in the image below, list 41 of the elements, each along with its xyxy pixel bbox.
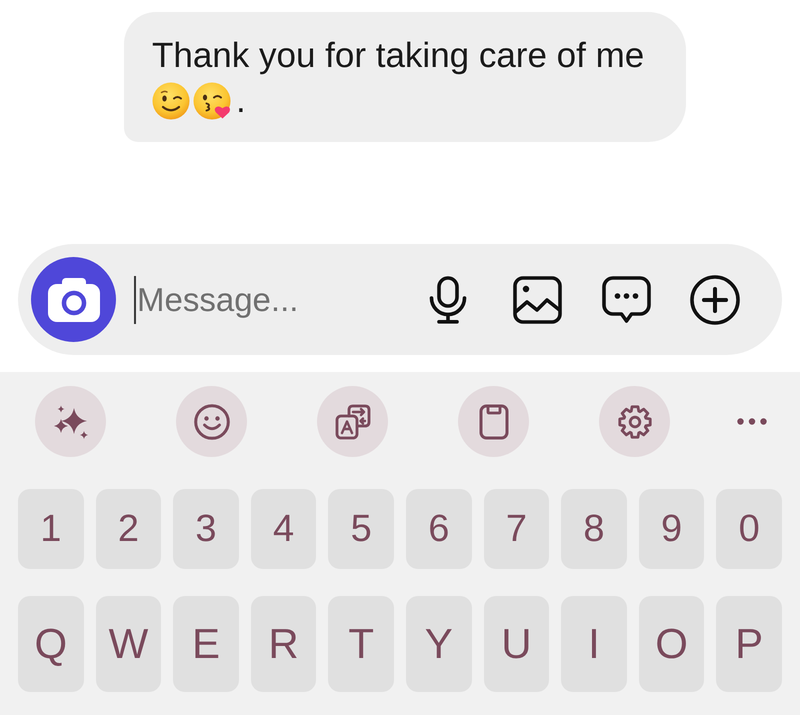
image-icon <box>512 276 562 324</box>
number-key[interactable]: 0 <box>716 489 782 569</box>
letter-key[interactable]: I <box>561 596 627 692</box>
letter-key[interactable]: E <box>173 596 239 692</box>
letter-key[interactable]: U <box>484 596 550 692</box>
number-key[interactable]: 3 <box>173 489 239 569</box>
number-key[interactable]: 7 <box>484 489 550 569</box>
letter-key[interactable]: R <box>250 596 316 692</box>
message-text: Thank you for taking care of me <box>152 35 646 77</box>
letter-key[interactable]: Y <box>406 596 472 692</box>
letter-key[interactable]: Q <box>18 596 84 692</box>
number-key[interactable]: 1 <box>18 489 84 569</box>
number-key[interactable]: 4 <box>250 489 316 569</box>
number-key[interactable]: 6 <box>406 489 472 569</box>
camera-button[interactable] <box>31 257 116 342</box>
letter-key[interactable]: W <box>96 596 162 692</box>
number-key[interactable]: 8 <box>561 489 627 569</box>
text-cursor <box>134 276 136 324</box>
smiley-icon <box>194 404 230 440</box>
add-button[interactable] <box>690 274 740 324</box>
letter-key[interactable]: P <box>716 596 782 692</box>
translate-icon <box>334 404 370 440</box>
number-key[interactable]: 5 <box>328 489 394 569</box>
message-input-field[interactable]: Message... <box>137 274 411 324</box>
kissing-face-icon <box>193 82 231 120</box>
number-key[interactable]: 2 <box>96 489 162 569</box>
microphone-icon <box>428 276 468 324</box>
more-icon <box>737 418 767 425</box>
winking-face-icon <box>152 82 190 120</box>
camera-icon <box>48 278 100 322</box>
speech-bubble-icon <box>602 276 650 324</box>
sparkles-icon <box>52 404 88 440</box>
clipboard-icon <box>478 404 508 440</box>
letter-key[interactable]: O <box>638 596 704 692</box>
plus-circle-icon <box>690 274 740 324</box>
gallery-button[interactable] <box>512 274 562 324</box>
number-key[interactable]: 9 <box>638 489 704 569</box>
chat-button[interactable] <box>601 274 651 324</box>
settings-icon <box>616 404 652 440</box>
letter-key[interactable]: T <box>328 596 394 692</box>
message-punctuation: . <box>236 80 246 122</box>
